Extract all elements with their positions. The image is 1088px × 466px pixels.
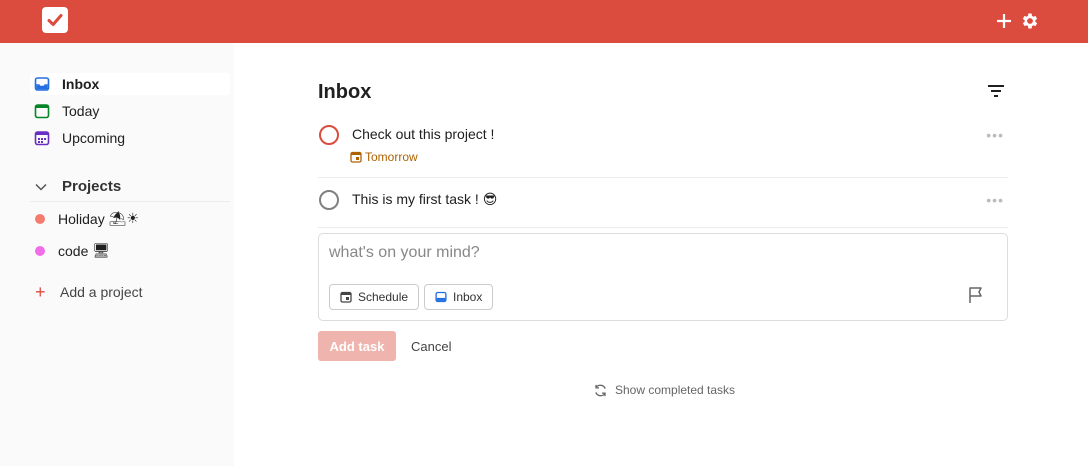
project-color-dot xyxy=(35,214,45,224)
sidebar-item-label: Inbox xyxy=(62,76,100,92)
calendar-icon xyxy=(350,151,362,163)
app-logo-icon[interactable] xyxy=(42,7,68,33)
task-title[interactable]: This is my first task ! 😎 xyxy=(352,191,497,208)
quick-add-button[interactable] xyxy=(992,9,1016,33)
show-completed-button[interactable]: Show completed tasks xyxy=(593,381,735,399)
sort-filter-icon xyxy=(988,85,1004,97)
cancel-button[interactable]: Cancel xyxy=(402,331,460,361)
task-more-button[interactable]: ••• xyxy=(986,192,1004,208)
project-label: Holiday xyxy=(58,211,105,227)
add-project-button[interactable]: + Add a project xyxy=(35,281,143,303)
calendar-icon xyxy=(340,291,352,303)
plus-icon: + xyxy=(35,282,46,302)
sidebar-item-upcoming[interactable]: Upcoming xyxy=(30,127,230,149)
projects-header[interactable]: Projects xyxy=(30,172,230,202)
add-task-button[interactable]: Add task xyxy=(318,331,396,361)
gear-icon xyxy=(1022,13,1038,29)
settings-button[interactable] xyxy=(1018,9,1042,33)
task-emoji: 😎 xyxy=(482,192,498,208)
project-label: code xyxy=(58,243,89,259)
due-date-label: Tomorrow xyxy=(365,150,418,164)
filter-button[interactable] xyxy=(984,81,1008,101)
task-title[interactable]: Check out this project ! xyxy=(352,126,494,142)
project-item-code[interactable]: code 🖥 xyxy=(35,240,110,262)
page-title: Inbox xyxy=(318,81,372,103)
task-editor: Schedule Inbox xyxy=(318,233,1008,321)
task-complete-checkbox[interactable] xyxy=(319,125,339,145)
calendar-upcoming-icon xyxy=(30,130,54,146)
sidebar: Inbox Today Upcoming Projects Holiday ⛱☀… xyxy=(0,43,234,466)
project-select-label: Inbox xyxy=(453,290,483,304)
task-item[interactable]: This is my first task ! 😎 ••• xyxy=(318,190,1008,228)
show-completed-label: Show completed tasks xyxy=(615,383,736,397)
project-item-holiday[interactable]: Holiday ⛱☀ xyxy=(35,208,139,230)
task-item[interactable]: Check out this project ! Tomorrow ••• xyxy=(318,125,1008,178)
project-color-dot xyxy=(35,246,45,256)
inbox-icon xyxy=(435,291,447,303)
flag-icon xyxy=(969,287,982,303)
calendar-today-icon xyxy=(30,103,54,119)
task-due-date[interactable]: Tomorrow xyxy=(350,150,418,164)
priority-button[interactable] xyxy=(967,286,985,309)
project-emoji: ⛱☀ xyxy=(108,211,140,227)
sidebar-item-today[interactable]: Today xyxy=(30,100,230,122)
plus-icon xyxy=(997,14,1011,28)
project-select-button[interactable]: Inbox xyxy=(424,284,494,310)
chevron-down-icon[interactable] xyxy=(31,183,51,191)
projects-title: Projects xyxy=(62,178,122,195)
sidebar-item-inbox[interactable]: Inbox xyxy=(30,73,230,95)
task-content-input[interactable] xyxy=(329,244,989,262)
project-emoji: 🖥 xyxy=(92,243,111,259)
task-complete-checkbox[interactable] xyxy=(319,190,339,210)
sidebar-item-label: Today xyxy=(62,103,100,119)
top-bar xyxy=(0,0,1088,43)
refresh-icon xyxy=(595,384,606,396)
schedule-button[interactable]: Schedule xyxy=(329,284,420,310)
sidebar-item-label: Upcoming xyxy=(62,130,126,146)
task-more-button[interactable]: ••• xyxy=(986,127,1004,143)
add-project-label: Add a project xyxy=(60,284,143,300)
schedule-label: Schedule xyxy=(358,290,409,304)
inbox-icon xyxy=(30,76,54,92)
